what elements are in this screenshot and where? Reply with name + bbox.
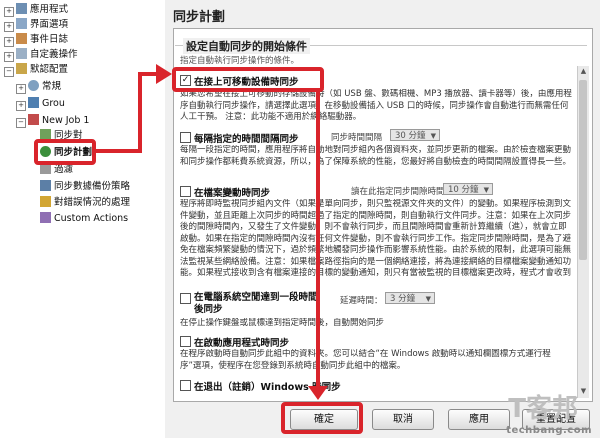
watermark-logo: T客邦 — [508, 394, 578, 424]
window-icon — [16, 18, 27, 29]
arrow-down-icon — [308, 386, 328, 400]
watermark-text: techbang.com — [506, 425, 592, 436]
collapse-icon[interactable]: − — [16, 118, 26, 128]
option-label-sync-interval: 每隔指定的時間間隔同步 — [194, 134, 299, 145]
sync-schedule-dialog: 同步計劃 設定自動同步的開始條件 指定自動執行同步操作的條件。 ▲ ▼ ✓ 在接… — [165, 0, 600, 438]
backup-icon — [40, 180, 51, 191]
cancel-button[interactable]: 取消 — [372, 409, 434, 430]
checkbox-sync-on-idle[interactable] — [180, 293, 191, 304]
arrow-line-down — [316, 89, 320, 389]
option-desc-sync-interval: 每隔一段指定的時間，應用程序將自動地對同步組內各個資料夾，並同步更新的檔案。由於… — [180, 145, 572, 167]
app-icon — [16, 3, 27, 14]
gap-label: 讀在此指定同步間隙時間 — [351, 187, 445, 197]
collapse-icon[interactable]: − — [4, 67, 14, 77]
expand-icon[interactable]: + — [4, 37, 14, 47]
section-hint: 指定自動執行同步操作的條件。 — [180, 56, 300, 66]
scroll-down-icon[interactable]: ▼ — [579, 387, 588, 397]
section-title: 設定自動同步的開始條件 — [183, 38, 310, 54]
job-icon — [28, 114, 39, 125]
highlight-ok-button — [281, 402, 363, 434]
tree-item-default-config[interactable]: − 默認配置 — [4, 63, 68, 77]
tree-item-error-handling[interactable]: 對錯誤情況的處理 — [40, 196, 130, 210]
option-desc-sync-on-idle: 在停止操作鍵盤或鼠標達到指定時間後，自動開始同步 — [180, 318, 385, 328]
tree-item-ui-options[interactable]: + 界面選項 — [4, 18, 68, 32]
checkbox-sync-on-change[interactable] — [180, 186, 191, 197]
tree-item-custom-actions[interactable]: + 自定義操作 — [4, 48, 78, 62]
expand-icon[interactable]: + — [16, 101, 26, 111]
general-icon — [28, 80, 39, 91]
option-label-sync-on-change: 在檔案變動時同步 — [194, 188, 271, 199]
option-desc-sync-on-start: 在程序啟動時自動同步此組中的資料夾。您可以結合“在 Windows 啟動時以通知… — [180, 349, 551, 371]
arrow-line-horizontal — [96, 149, 142, 153]
arrow-right-icon — [156, 64, 172, 84]
tree-item-general[interactable]: + 常規 — [16, 80, 61, 94]
tree-item-event-log[interactable]: + 事件日誌 — [4, 33, 68, 47]
group-icon — [28, 97, 39, 108]
checkbox-sync-on-exit[interactable] — [180, 380, 191, 391]
log-icon — [16, 33, 27, 44]
config-tree: + 應用程式 + 界面選項 + 事件日誌 + 自定義操作 − 默認配置 + 常規 + Grou… — [0, 0, 167, 438]
highlight-tree-schedule — [34, 139, 96, 165]
chevron-down-icon: ▼ — [483, 186, 489, 194]
tree-item-custom-actions-job[interactable]: Custom Actions — [40, 212, 128, 226]
delay-select[interactable]: 3 分鐘 ▼ — [385, 292, 435, 304]
tree-item-group[interactable]: + Grou — [16, 97, 65, 111]
arrow-line-vertical — [138, 72, 142, 152]
custom-action-icon — [40, 212, 51, 223]
vertical-scrollbar[interactable]: ▲ ▼ — [577, 66, 589, 398]
delay-label: 延遲時間： — [340, 296, 383, 306]
scroll-up-icon[interactable]: ▲ — [579, 67, 588, 77]
chevron-down-icon: ▼ — [430, 132, 436, 140]
page-title: 同步計劃 — [173, 10, 226, 25]
option-label-sync-on-start: 在啟動應用程式時同步 — [194, 338, 290, 349]
app-window: + 應用程式 + 界面選項 + 事件日誌 + 自定義操作 − 默認配置 + 常規 + Grou… — [0, 0, 600, 438]
expand-icon[interactable]: + — [4, 7, 14, 17]
option-label-sync-on-idle: 在電腦系統空閒達到一段時間後同步 — [194, 292, 318, 315]
action-icon — [16, 48, 27, 59]
chevron-down-icon: ▼ — [425, 295, 431, 303]
interval-select[interactable]: 30 分鐘 ▼ — [390, 129, 440, 141]
gap-select[interactable]: 10 分鐘 ▼ — [443, 183, 493, 195]
scroll-thumb[interactable] — [579, 80, 587, 260]
warning-icon — [40, 196, 51, 207]
checkbox-sync-interval[interactable] — [180, 132, 191, 143]
expand-icon[interactable]: + — [16, 84, 26, 94]
option-desc-sync-on-device: 如果您希望在接上可移動的存儲設備時（如 USB 盤、數碼相機、MP3 播放器、讀… — [180, 89, 572, 122]
tree-item-applications[interactable]: + 應用程式 — [4, 3, 68, 17]
highlight-device-option — [172, 67, 324, 92]
expand-icon[interactable]: + — [4, 22, 14, 32]
expand-icon[interactable]: + — [4, 52, 14, 62]
tree-item-new-job[interactable]: − New Job 1 — [16, 114, 89, 128]
apply-button[interactable]: 應用 — [448, 409, 510, 430]
tree-item-filter[interactable]: 過濾 — [40, 163, 73, 177]
interval-label: 同步時間間隔 — [331, 133, 383, 143]
tree-item-backup-policy[interactable]: 同步數據備份策略 — [40, 180, 130, 194]
option-desc-sync-on-change: 程序將即時監視同步組內文件（如果是單向同步，則只監視源文件夾的文件）的變動。如果… — [180, 199, 572, 278]
config-icon — [16, 63, 27, 74]
checkbox-sync-on-start[interactable] — [180, 336, 191, 347]
